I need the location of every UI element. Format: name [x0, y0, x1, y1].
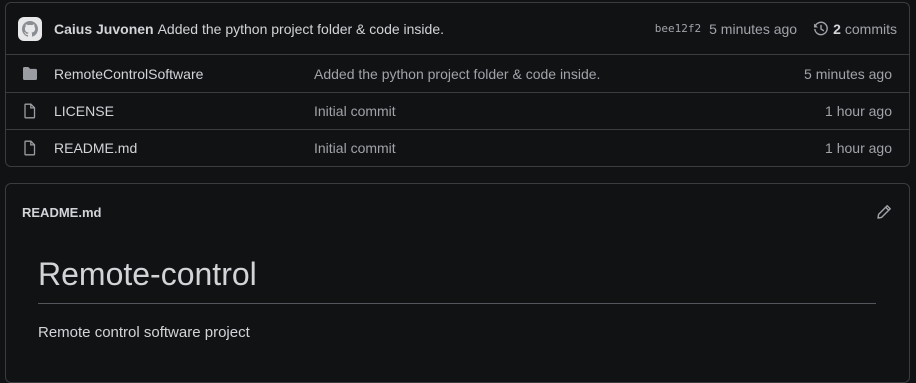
pencil-icon[interactable] — [875, 203, 893, 221]
readme-header: README.md — [6, 184, 909, 240]
file-icon — [22, 103, 38, 119]
commit-sha[interactable]: bee12f2 — [655, 22, 701, 35]
readme-panel: README.md Remote-control Remote control … — [5, 183, 910, 383]
commit-count-label: commits — [844, 20, 897, 37]
file-commit-message[interactable]: Initial commit — [314, 103, 825, 119]
history-icon — [814, 21, 828, 35]
file-name[interactable]: RemoteControlSoftware — [54, 66, 314, 82]
commit-message[interactable]: Added the python project folder & code i… — [158, 21, 444, 37]
file-browser: Caius Juvonen Added the python project f… — [5, 2, 910, 167]
folder-icon — [22, 66, 38, 82]
file-time: 1 hour ago — [825, 140, 892, 156]
file-row-readme[interactable]: README.md Initial commit 1 hour ago — [6, 129, 909, 166]
commit-author[interactable]: Caius Juvonen — [54, 21, 154, 37]
commits-link[interactable]: 2 commits — [813, 21, 897, 37]
file-row-folder[interactable]: RemoteControlSoftware Added the python p… — [6, 55, 909, 92]
file-time: 1 hour ago — [825, 103, 892, 119]
readme-body: Remote control software project — [38, 324, 250, 341]
readme-filename[interactable]: README.md — [22, 205, 875, 220]
file-icon — [22, 140, 38, 156]
commit-count: 2 — [833, 20, 841, 37]
file-time: 5 minutes ago — [804, 65, 892, 82]
file-name[interactable]: README.md — [54, 140, 314, 156]
readme-heading: Remote-control — [38, 256, 876, 304]
readme-content: Remote-control Remote control software p… — [6, 256, 909, 341]
file-name[interactable]: LICENSE — [54, 103, 314, 119]
file-row-license[interactable]: LICENSE Initial commit 1 hour ago — [6, 92, 909, 129]
file-commit-message[interactable]: Initial commit — [314, 140, 825, 156]
file-commit-message[interactable]: Added the python project folder & code i… — [314, 66, 804, 82]
latest-commit-bar: Caius Juvonen Added the python project f… — [6, 3, 909, 55]
commit-time: 5 minutes ago — [709, 20, 798, 37]
github-avatar-icon[interactable] — [18, 16, 42, 41]
